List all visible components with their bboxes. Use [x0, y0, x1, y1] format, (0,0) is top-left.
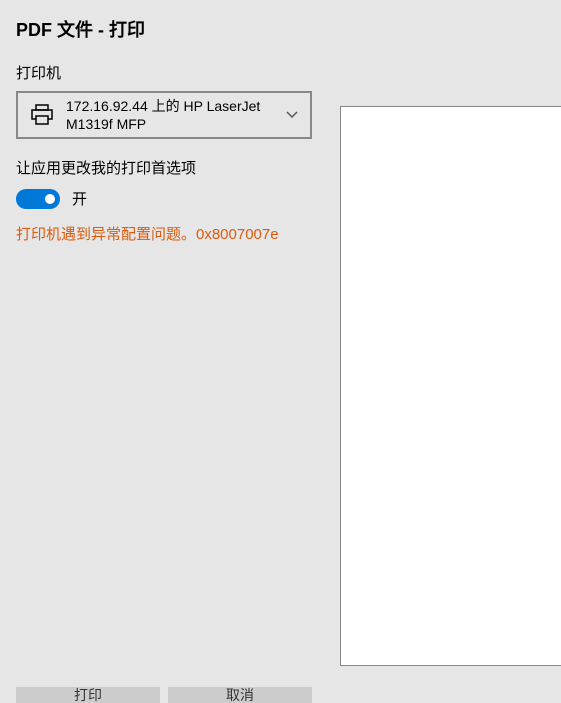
- preview-page: [340, 106, 561, 666]
- cancel-button[interactable]: 取消: [168, 687, 312, 703]
- printer-section-label: 打印机: [16, 62, 340, 83]
- chevron-down-icon: [284, 107, 300, 123]
- preferences-toggle[interactable]: [16, 189, 60, 209]
- printer-dropdown[interactable]: 172.16.92.44 上的 HP LaserJet M1319f MFP: [16, 91, 312, 139]
- settings-panel: PDF 文件 - 打印 打印机 172.16.92.44 上的 HP Laser…: [0, 0, 340, 703]
- printer-selected-name: 172.16.92.44 上的 HP LaserJet M1319f MFP: [66, 97, 284, 133]
- action-buttons: 打印 取消: [16, 687, 312, 703]
- error-message: 打印机遇到异常配置问题。0x8007007e: [16, 223, 340, 244]
- printer-icon: [28, 103, 56, 127]
- toggle-row: 开: [16, 188, 340, 209]
- preview-panel: [340, 0, 561, 703]
- print-dialog: PDF 文件 - 打印 打印机 172.16.92.44 上的 HP Laser…: [0, 0, 561, 703]
- toggle-state-label: 开: [72, 188, 87, 209]
- print-button[interactable]: 打印: [16, 687, 160, 703]
- preferences-label: 让应用更改我的打印首选项: [16, 157, 340, 178]
- dialog-title: PDF 文件 - 打印: [16, 16, 340, 42]
